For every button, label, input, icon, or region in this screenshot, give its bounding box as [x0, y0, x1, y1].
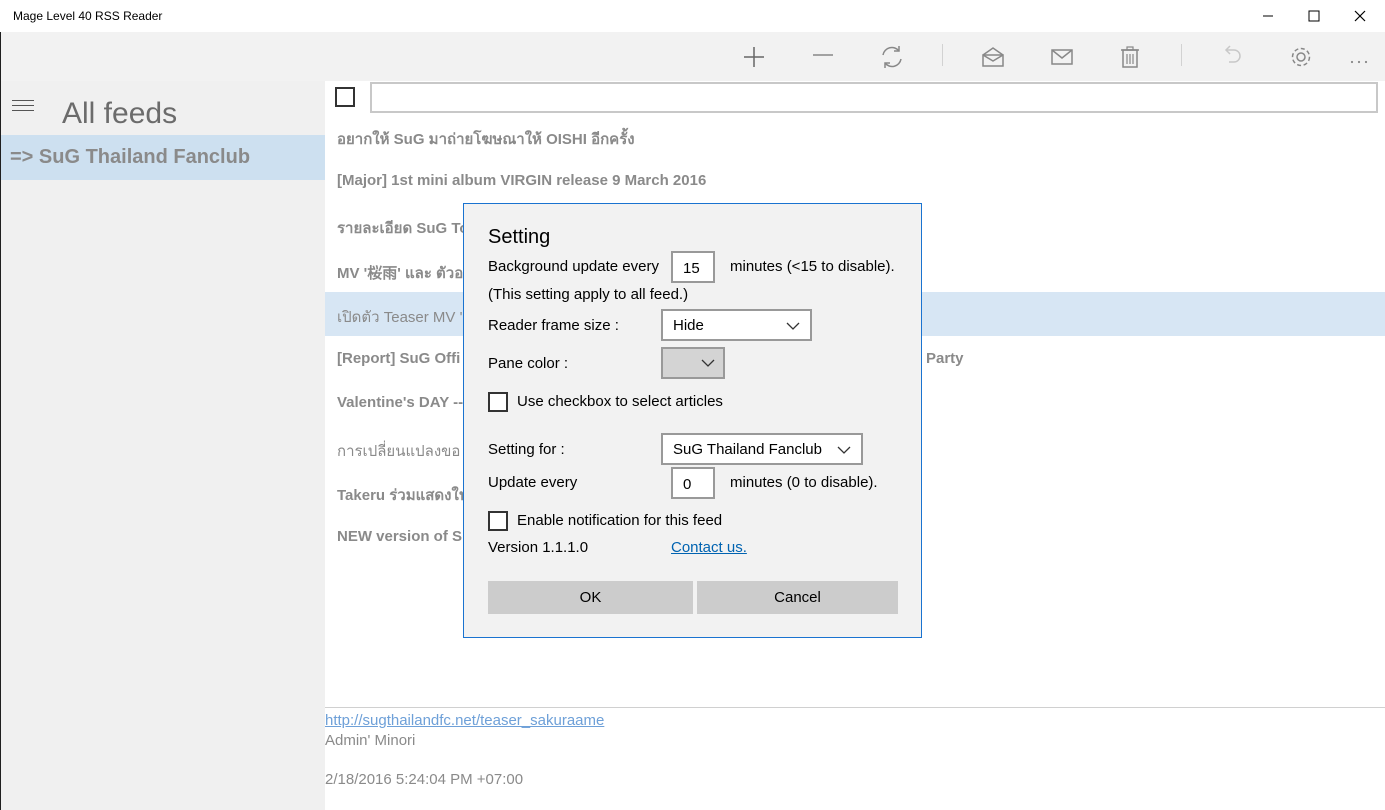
hamburger-menu-button[interactable] [12, 100, 34, 116]
article-item[interactable]: อยากให้ SuG มาถ่ายโฆษณาให้ OISHI อีกครั้… [337, 127, 635, 151]
feeds-pane [0, 81, 325, 810]
refresh-button[interactable] [875, 40, 909, 74]
close-icon [1354, 10, 1366, 22]
mark-read-icon [982, 47, 1004, 67]
article-author: Admin' Minori [325, 732, 416, 749]
maximize-icon [1308, 10, 1320, 22]
bg-update-suffix: minutes (<15 to disable). [730, 258, 895, 275]
reader-frame-label: Reader frame size : [488, 317, 619, 334]
feed-item-label: => SuG Thailand Fanclub [10, 146, 251, 168]
use-checkbox-label: Use checkbox to select articles [517, 393, 723, 410]
toolbar-separator [1181, 44, 1182, 66]
feed-item-selected[interactable]: => SuG Thailand Fanclub [1, 135, 325, 180]
detail-divider [325, 707, 1385, 708]
toolbar-separator [942, 44, 943, 66]
mark-unread-button[interactable] [1045, 40, 1079, 74]
update-every-suffix: minutes (0 to disable). [730, 474, 878, 491]
ok-button[interactable]: OK [488, 581, 693, 614]
more-icon [1350, 60, 1368, 64]
minimize-icon [1263, 15, 1273, 17]
contact-link[interactable]: Contact us. [671, 539, 747, 556]
pane-header-strip [0, 32, 325, 81]
article-item[interactable]: รายละเอียด SuG To [337, 216, 469, 240]
article-item[interactable]: [Report] SuG Offi [337, 350, 460, 367]
add-icon [744, 47, 764, 67]
refresh-icon [882, 46, 902, 68]
notification-checkbox[interactable] [488, 511, 508, 531]
minimize-button[interactable] [1245, 0, 1291, 32]
add-button[interactable] [737, 40, 771, 74]
mark-read-button[interactable] [976, 40, 1010, 74]
close-button[interactable] [1337, 0, 1383, 32]
title-bar: Mage Level 40 RSS Reader [0, 0, 1385, 32]
article-item[interactable]: NEW version of S [337, 528, 462, 545]
window-title: Mage Level 40 RSS Reader [13, 9, 163, 23]
version-label: Version 1.1.1.0 [488, 539, 589, 556]
remove-button[interactable] [806, 40, 840, 74]
chevron-down-icon [701, 359, 715, 367]
select-all-checkbox[interactable] [335, 87, 355, 107]
chevron-down-icon [786, 322, 800, 330]
bg-update-input[interactable]: 15 [671, 251, 715, 283]
article-item[interactable]: Valentine's DAY -- [337, 394, 463, 411]
mark-unread-icon [1051, 49, 1073, 65]
menu-icon [12, 100, 34, 101]
article-item[interactable]: MV '桜雨' และ ตัวอ [337, 261, 463, 285]
maximize-button[interactable] [1291, 0, 1337, 32]
settings-button[interactable] [1284, 40, 1318, 74]
notification-label: Enable notification for this feed [517, 512, 723, 529]
cancel-button[interactable]: Cancel [697, 581, 898, 614]
pane-color-select[interactable] [661, 347, 725, 379]
dialog-title: Setting [488, 226, 551, 248]
all-feeds-heading[interactable]: All feeds [62, 97, 177, 131]
undo-button[interactable] [1215, 40, 1249, 74]
article-link[interactable]: http://sugthailandfc.net/teaser_sakuraam… [325, 712, 604, 729]
pane-color-label: Pane color : [488, 355, 569, 372]
article-item[interactable]: การเปลี่ยนแปลงขอ [337, 439, 460, 463]
apply-note: (This setting apply to all feed.) [488, 286, 689, 303]
article-date: 2/18/2016 5:24:04 PM +07:00 [325, 771, 524, 788]
search-input[interactable] [370, 82, 1378, 113]
setting-for-label: Setting for : [488, 441, 565, 458]
delete-icon [1121, 46, 1139, 68]
article-item-selected[interactable]: เปิดตัว Teaser MV '桜 [337, 305, 477, 329]
article-item[interactable]: Takeru ร่วมแสดงใน [337, 483, 469, 507]
settings-icon [1291, 47, 1311, 67]
update-every-input[interactable]: 0 [671, 467, 715, 499]
article-item-tail[interactable]: Party [926, 350, 964, 367]
undo-icon [1224, 45, 1241, 63]
article-item[interactable]: [Major] 1st mini album VIRGIN release 9 … [337, 172, 706, 189]
chevron-down-icon [837, 446, 851, 454]
bg-update-label: Background update every [488, 258, 659, 275]
delete-button[interactable] [1113, 40, 1147, 74]
more-button[interactable] [1342, 40, 1376, 74]
settings-dialog: Setting Background update every 15 minut… [463, 203, 922, 638]
setting-for-select[interactable]: SuG Thailand Fanclub [661, 433, 863, 465]
use-checkbox-checkbox[interactable] [488, 392, 508, 412]
update-every-label: Update every [488, 474, 578, 491]
remove-icon [813, 54, 833, 56]
reader-frame-select[interactable]: Hide [661, 309, 812, 341]
